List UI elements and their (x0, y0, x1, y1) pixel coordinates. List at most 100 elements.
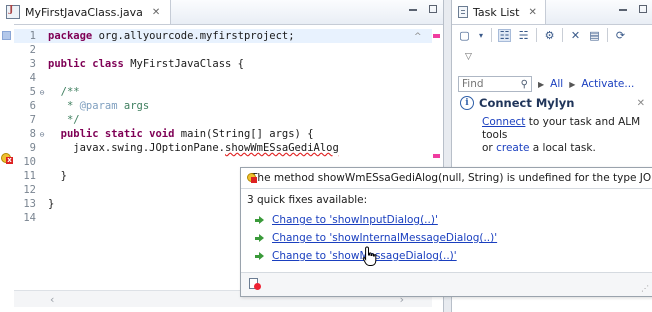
line-number: 2 (29, 44, 36, 56)
fold-toggle-icon[interactable]: ⊖ (36, 86, 48, 100)
editor-tab-bar: MyFirstJavaClass.java ✕ (0, 0, 443, 25)
code-token: javax.swing.JOptionPane. (48, 142, 226, 154)
line-number: 12 (23, 184, 36, 196)
code-line[interactable]: 2 (14, 43, 432, 57)
quick-fix-header: The method showWmESsaGediAlog(null, Stri… (241, 168, 652, 189)
line-number: 13 (23, 198, 36, 210)
scheduled-view-icon[interactable]: ☵ (517, 29, 530, 42)
hand-cursor-icon (362, 246, 377, 266)
new-task-dropdown-icon[interactable]: ▾ (477, 29, 485, 42)
line-number: 11 (23, 170, 36, 182)
task-list-tab-label: Task List (473, 5, 520, 19)
maximize-icon[interactable] (639, 5, 647, 13)
connect-link[interactable]: Connect (482, 116, 525, 128)
code-line[interactable]: 5 ⊖ /** (14, 85, 432, 99)
code-token: /** (48, 86, 80, 98)
code-token: * (48, 100, 80, 112)
line-number: 8 (29, 128, 36, 140)
current-line-marker (2, 31, 11, 40)
code-line[interactable]: 3 public class MyFirstJavaClass { (14, 57, 432, 71)
focus-workweek-icon[interactable]: ⚙ (543, 29, 556, 42)
connect-mylyn-title: Connect Mylyn (479, 96, 575, 110)
quick-fix-item[interactable]: Change to 'showInternalMessageDialog(..)… (255, 229, 497, 247)
task-list-tab-bar: Task List ✕ (452, 0, 652, 25)
code-line[interactable]: 1 package org.allyourcode.myfirstproject; (14, 29, 432, 43)
editor-tab[interactable]: MyFirstJavaClass.java ✕ (0, 0, 172, 24)
maximize-icon[interactable] (429, 5, 437, 13)
collapse-all-icon[interactable]: ▤ (588, 29, 601, 42)
toolbar-separator (562, 28, 563, 42)
code-line[interactable]: 8 ⊖ public static void main(String[] args… (14, 127, 432, 141)
quick-fix-message: The method showWmESsaGediAlog(null, Stri… (251, 172, 652, 184)
minimize-icon[interactable] (409, 5, 419, 15)
minimize-icon[interactable] (619, 5, 629, 15)
editor-window-controls (409, 5, 437, 15)
line-number: 14 (23, 212, 36, 224)
editor-tab-label: MyFirstJavaClass.java (25, 5, 143, 19)
find-input[interactable] (462, 78, 512, 90)
connect-mylyn-panel: i Connect Mylyn ✕ Connect to your task a… (457, 94, 652, 155)
code-line[interactable]: 6 * @param args (14, 99, 432, 113)
code-token: public class (48, 58, 131, 70)
scroll-left-icon[interactable]: ‹ (50, 293, 54, 306)
task-list-view[interactable]: Task List ✕ ▢ ▾ ☷ ☵ ⚙ ✕ ▤ ⟳ ▽ ⚲ ▶ All ▶ … (451, 0, 652, 155)
quick-fix-link[interactable]: Change to 'showInternalMessageDialog(..)… (272, 232, 497, 244)
quick-fix-footer: ⋰ (241, 272, 652, 296)
synchronize-icon[interactable]: ⟳ (614, 29, 627, 42)
code-token: } (48, 198, 55, 210)
task-list-tab[interactable]: Task List ✕ (452, 0, 546, 24)
code-token: public static void (48, 128, 181, 140)
toolbar-separator (536, 28, 537, 42)
task-list-toolbar: ▢ ▾ ☷ ☵ ⚙ ✕ ▤ ⟳ (458, 28, 627, 42)
editor-gutter[interactable]: x (0, 24, 14, 290)
line-number: 5 (29, 86, 36, 98)
fold-toggle-icon[interactable]: ⊖ (36, 128, 48, 142)
all-arrow-icon: ▶ (538, 79, 545, 89)
quick-fix-preferences-icon[interactable] (249, 278, 261, 290)
code-token: */ (48, 114, 80, 126)
info-icon: i (460, 96, 474, 110)
task-list-window-controls (619, 5, 647, 15)
code-token: package (48, 30, 99, 42)
code-line[interactable]: 7 */ (14, 113, 432, 127)
line-number: 1 (29, 30, 36, 42)
code-token: args (117, 100, 150, 112)
code-token: } (48, 170, 67, 182)
code-token: @param (79, 100, 118, 112)
activate-link[interactable]: Activate... (581, 78, 634, 90)
line-number: 6 (29, 100, 36, 112)
toolbar-separator (491, 28, 492, 42)
all-link[interactable]: All (550, 78, 563, 90)
ruler-error-marker[interactable] (433, 154, 440, 158)
code-token: MyFirstJavaClass { (130, 58, 244, 70)
quick-fix-item[interactable]: Change to 'showInputDialog(..)' (255, 211, 497, 229)
quick-fix-link[interactable]: Change to 'showInputDialog(..)' (272, 214, 438, 226)
resize-grip-icon[interactable]: ⋰ (641, 284, 649, 293)
java-file-icon (6, 5, 20, 19)
line-number: 9 (29, 142, 36, 154)
change-arrow-icon (255, 215, 264, 225)
error-quickfix-icon[interactable]: x (1, 153, 13, 165)
hide-completed-icon[interactable]: ✕ (569, 29, 582, 42)
mylyn-close-icon[interactable]: ✕ (637, 98, 645, 109)
connect-mylyn-heading: i Connect Mylyn (460, 96, 574, 110)
view-menu-chevron-icon[interactable]: ▽ (465, 52, 472, 62)
change-arrow-icon (255, 251, 264, 261)
line-number: 10 (23, 156, 36, 168)
task-list-close-icon[interactable]: ✕ (528, 7, 536, 18)
toolbar-separator (607, 28, 608, 42)
ruler-error-marker[interactable] (433, 34, 440, 38)
change-arrow-icon (255, 233, 264, 243)
categorized-view-icon[interactable]: ☷ (498, 28, 511, 42)
connect-mylyn-text: Connect to your task and ALM tools or cre… (482, 116, 652, 155)
quick-fix-count: 3 quick fixes available: (247, 194, 368, 206)
code-token: org.allyourcode.myfirstproject; (98, 30, 295, 42)
find-field[interactable]: ⚲ (458, 76, 532, 92)
search-icon[interactable]: ⚲ (521, 79, 528, 90)
code-line[interactable]: 9 javax.swing.JOptionPane.showWmESsaGedi… (14, 141, 432, 155)
code-line[interactable]: 4 (14, 71, 432, 85)
editor-tab-close-icon[interactable]: ✕ (152, 7, 160, 18)
error-token: showWmESsaGediAlog (225, 142, 339, 154)
quick-fix-popup[interactable]: The method showWmESsaGediAlog(null, Stri… (240, 167, 652, 297)
new-task-icon[interactable]: ▢ (458, 29, 471, 42)
